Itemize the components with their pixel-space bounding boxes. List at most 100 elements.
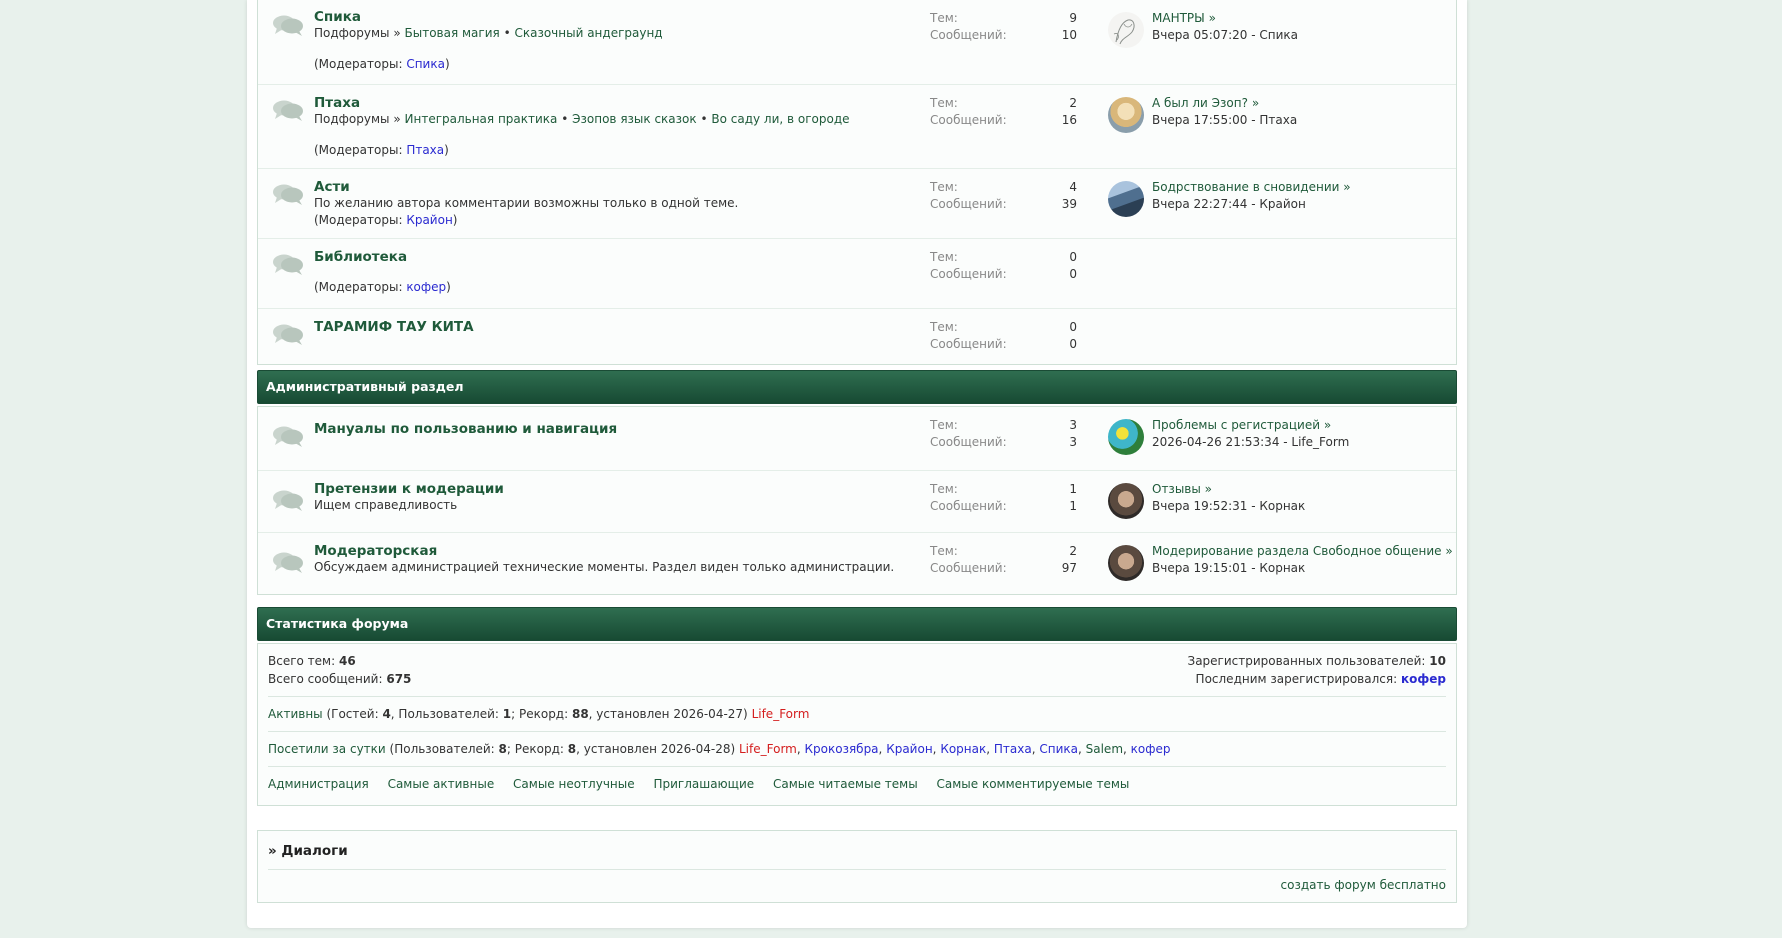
stats-links: Администрация Самые активные Самые неотл… — [268, 775, 1446, 793]
avatar[interactable] — [1108, 545, 1144, 581]
forum-title-link[interactable]: Спика — [314, 9, 361, 25]
last-post-text: Проблемы с регистрацией » 2026-04-26 21:… — [1152, 417, 1349, 451]
dialogs-footer: создать форум бесплатно — [268, 876, 1446, 894]
last-post-text: А был ли Эзоп? » Вчера 17:55:00 - Птаха — [1152, 95, 1297, 129]
visited-user-link[interactable]: Птаха — [994, 742, 1032, 756]
visited-text: , установлен 2026-04-28) — [576, 742, 739, 756]
stats-link-most-active[interactable]: Самые активные — [388, 777, 495, 791]
messages-count: 97 — [1061, 561, 1077, 575]
last-post-text: Модерирование раздела Свободное общение … — [1152, 543, 1453, 577]
total-messages: Всего сообщений: 675 — [268, 670, 411, 688]
visited-link[interactable]: Посетили за сутки — [268, 742, 386, 756]
dialogs-title[interactable]: » Диалоги — [268, 841, 1446, 861]
moderator-link[interactable]: Спика — [406, 57, 445, 71]
subforum-link[interactable]: Интегральная практика — [405, 112, 558, 126]
messages-label: Сообщений: — [930, 197, 1007, 211]
topics-label: Тем: — [930, 96, 958, 110]
avatar[interactable] — [1108, 97, 1144, 133]
forum-row: Модераторская Обсуждаем администрацией т… — [258, 532, 1456, 594]
messages-label: Сообщений: — [930, 337, 1007, 351]
moderators-label: (Модераторы: — [314, 213, 407, 227]
total-topics-value: 46 — [338, 654, 356, 668]
forum-title-link[interactable]: Асти — [314, 179, 350, 195]
arrow-icon: » — [1251, 96, 1260, 110]
avatar[interactable] — [1108, 181, 1144, 217]
active-users-count: 1 — [502, 707, 512, 721]
visited-line: Посетили за сутки (Пользователей: 8; Рек… — [268, 742, 1171, 756]
forum-bubble-icon — [272, 323, 304, 345]
subforum-link[interactable]: Бытовая магия — [405, 26, 500, 40]
visited-user-link[interactable]: Крайон — [886, 742, 932, 756]
avatar[interactable] — [1108, 12, 1144, 48]
arrow-icon: » — [1323, 418, 1332, 432]
visited-text: (Пользователей: — [385, 742, 499, 756]
bullet-separator: • — [700, 112, 708, 126]
last-post-info: Вчера 19:52:31 - Корнак — [1152, 499, 1306, 513]
topics-count: 2 — [1069, 544, 1077, 558]
create-forum-link[interactable]: создать форум бесплатно — [1281, 878, 1446, 892]
last-topic-link[interactable]: МАНТРЫ — [1152, 11, 1205, 25]
last-post-info: 2026-04-26 21:53:34 - Life_Form — [1152, 435, 1350, 449]
topics-label: Тем: — [930, 250, 958, 264]
forum-row: Претензии к модерации Ищем справедливост… — [258, 470, 1456, 532]
subforum-link[interactable]: Во саду ли, в огороде — [711, 112, 849, 126]
visited-user-link[interactable]: Life_Form — [739, 742, 797, 756]
stats-link-most-persistent[interactable]: Самые неотлучные — [513, 777, 635, 791]
subforum-link[interactable]: Сказочный андеграунд — [514, 26, 662, 40]
avatar[interactable] — [1108, 419, 1144, 455]
last-topic-link[interactable]: Отзывы — [1152, 482, 1201, 496]
last-registered-user-link[interactable]: кофер — [1401, 672, 1446, 686]
dialogs-panel: » Диалоги создать форум бесплатно — [257, 830, 1457, 903]
divider — [268, 696, 1446, 697]
visited-user-link[interactable]: Спика — [1039, 742, 1078, 756]
messages-count: 10 — [1061, 28, 1077, 42]
forum-title-link[interactable]: Модераторская — [314, 543, 437, 559]
visited-user-link[interactable]: Крокозябра — [805, 742, 879, 756]
total-messages-label: Всего сообщений: — [268, 672, 383, 686]
topics-count: 4 — [1069, 180, 1077, 194]
last-topic-link[interactable]: Модерирование раздела Свободное общение — [1152, 544, 1442, 558]
topics-label: Тем: — [930, 418, 958, 432]
moderator-link[interactable]: Крайон — [406, 213, 452, 227]
stats-link-admin[interactable]: Администрация — [268, 777, 369, 791]
moderator-link[interactable]: Птаха — [406, 143, 444, 157]
visited-user-link[interactable]: Корнак — [940, 742, 986, 756]
total-messages-value: 675 — [386, 672, 412, 686]
topics-count: 2 — [1069, 96, 1077, 110]
last-post-info: Вчера 05:07:20 - Спика — [1152, 28, 1298, 42]
last-topic-link[interactable]: Проблемы с регистрацией — [1152, 418, 1320, 432]
active-text: , установлен 2026-04-27) — [588, 707, 752, 721]
stats-link-most-read[interactable]: Самые читаемые темы — [773, 777, 918, 791]
forum-counts: Тем: 3 Сообщений: 3 — [930, 417, 1077, 451]
forum-counts: Тем: 9 Сообщений: 10 — [930, 10, 1077, 44]
forum-title-link[interactable]: Птаха — [314, 95, 360, 111]
avatar[interactable] — [1108, 483, 1144, 519]
category-header[interactable]: Административный раздел — [257, 370, 1457, 404]
active-users-link[interactable]: Активны — [268, 707, 323, 721]
subforums-label: Подфорумы » — [314, 26, 401, 40]
visited-user-link[interactable]: кофер — [1131, 742, 1171, 756]
forum-title-link[interactable]: ТАРАМИФ ТАУ КИТА — [314, 319, 474, 335]
moderator-link[interactable]: кофер — [406, 280, 446, 294]
subforum-link[interactable]: Эзопов язык сказок — [572, 112, 696, 126]
visited-user-link[interactable]: Salem — [1086, 742, 1123, 756]
bullet-separator: • — [503, 26, 511, 40]
stats-link-most-commented[interactable]: Самые комментируемые темы — [937, 777, 1130, 791]
active-user-link[interactable]: Life_Form — [752, 707, 810, 721]
last-topic-link[interactable]: А был ли Эзоп? — [1152, 96, 1248, 110]
forum-row: Мануалы по пользованию и навигация Тем: 3… — [258, 407, 1456, 470]
forum-title-link[interactable]: Мануалы по пользованию и навигация — [314, 421, 617, 437]
topics-count: 9 — [1069, 11, 1077, 25]
last-post-text: Бодрствование в сновидении » Вчера 22:27… — [1152, 179, 1351, 213]
messages-count: 1 — [1069, 499, 1077, 513]
forum-counts: Тем: 2 Сообщений: 16 — [930, 95, 1077, 129]
moderators-suffix: ) — [452, 213, 458, 227]
forum-counts: Тем: 4 Сообщений: 39 — [930, 179, 1077, 213]
last-topic-link[interactable]: Бодрствование в сновидении — [1152, 180, 1339, 194]
forum-title-link[interactable]: Претензии к модерации — [314, 481, 504, 497]
forum-title-link[interactable]: Библиотека — [314, 249, 407, 265]
active-users-line: Активны (Гостей: 4, Пользователей: 1; Ре… — [268, 705, 1446, 723]
moderators-line: (Модераторы: кофер) — [314, 279, 1456, 296]
stats-link-inviters[interactable]: Приглашающие — [653, 777, 754, 791]
last-registered: Последним зарегистрировался: кофер — [1188, 670, 1446, 688]
